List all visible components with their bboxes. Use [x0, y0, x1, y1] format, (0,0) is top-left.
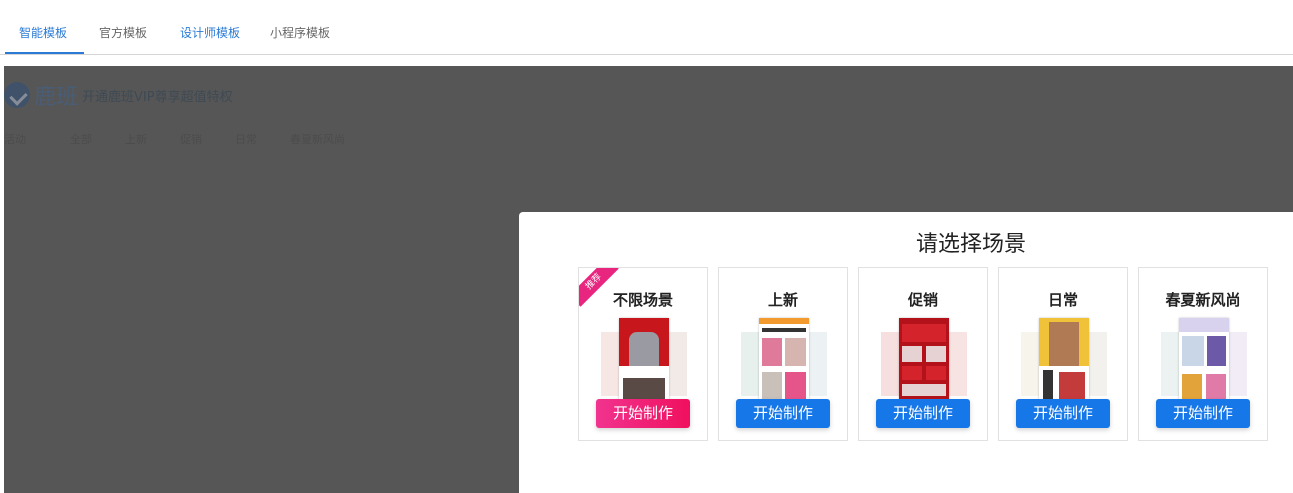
luban-logo-icon — [4, 82, 30, 108]
start-create-button[interactable]: 开始制作 — [1016, 399, 1110, 428]
scene-card-new-arrival[interactable]: 上新 开始制作 — [718, 267, 848, 441]
template-tabs: 智能模板 官方模板 设计师模板 小程序模板 — [0, 0, 1293, 55]
scene-card-promotion[interactable]: 促销 开始制作 — [858, 267, 988, 441]
category-activity: 活动 — [4, 133, 26, 146]
scene-card-title: 春夏新风尚 — [1165, 291, 1241, 309]
scene-card-title: 不限场景 — [612, 291, 673, 309]
vip-promo-text: 开通鹿班VIP尊享超值特权 — [82, 90, 233, 105]
scene-card-title: 上新 — [767, 291, 798, 309]
modal-title: 请选择场景 — [915, 232, 1026, 257]
category-spring-summer: 春夏新风尚 — [290, 133, 345, 146]
brand-name: 鹿班 — [34, 85, 79, 110]
active-tab-indicator — [5, 52, 84, 54]
category-all: 全部 — [70, 133, 92, 146]
start-create-button[interactable]: 开始制作 — [1156, 399, 1250, 428]
template-preview-image — [1021, 318, 1107, 400]
category-new: 上新 — [125, 133, 147, 146]
tab-designer-templates[interactable]: 设计师模板 — [180, 24, 240, 41]
tab-official-templates[interactable]: 官方模板 — [99, 24, 147, 41]
category-daily: 日常 — [235, 133, 257, 146]
scene-card-unlimited[interactable]: 推荐 不限场景 开始制作 — [578, 267, 708, 441]
template-preview-image — [601, 318, 687, 400]
template-preview-image — [741, 318, 827, 400]
scene-card-title: 促销 — [907, 291, 938, 309]
start-create-button[interactable]: 开始制作 — [596, 399, 690, 428]
start-create-button[interactable]: 开始制作 — [876, 399, 970, 428]
template-preview-image — [1161, 318, 1247, 400]
category-promotion: 促销 — [180, 133, 202, 146]
scene-card-daily[interactable]: 日常 开始制作 — [998, 267, 1128, 441]
template-preview-image — [881, 318, 967, 400]
tab-smart-templates[interactable]: 智能模板 — [19, 24, 67, 41]
scene-card-spring-summer[interactable]: 春夏新风尚 开始制作 — [1138, 267, 1268, 441]
tab-miniprogram-templates[interactable]: 小程序模板 — [270, 24, 330, 41]
scene-card-title: 日常 — [1047, 291, 1078, 309]
start-create-button[interactable]: 开始制作 — [736, 399, 830, 428]
